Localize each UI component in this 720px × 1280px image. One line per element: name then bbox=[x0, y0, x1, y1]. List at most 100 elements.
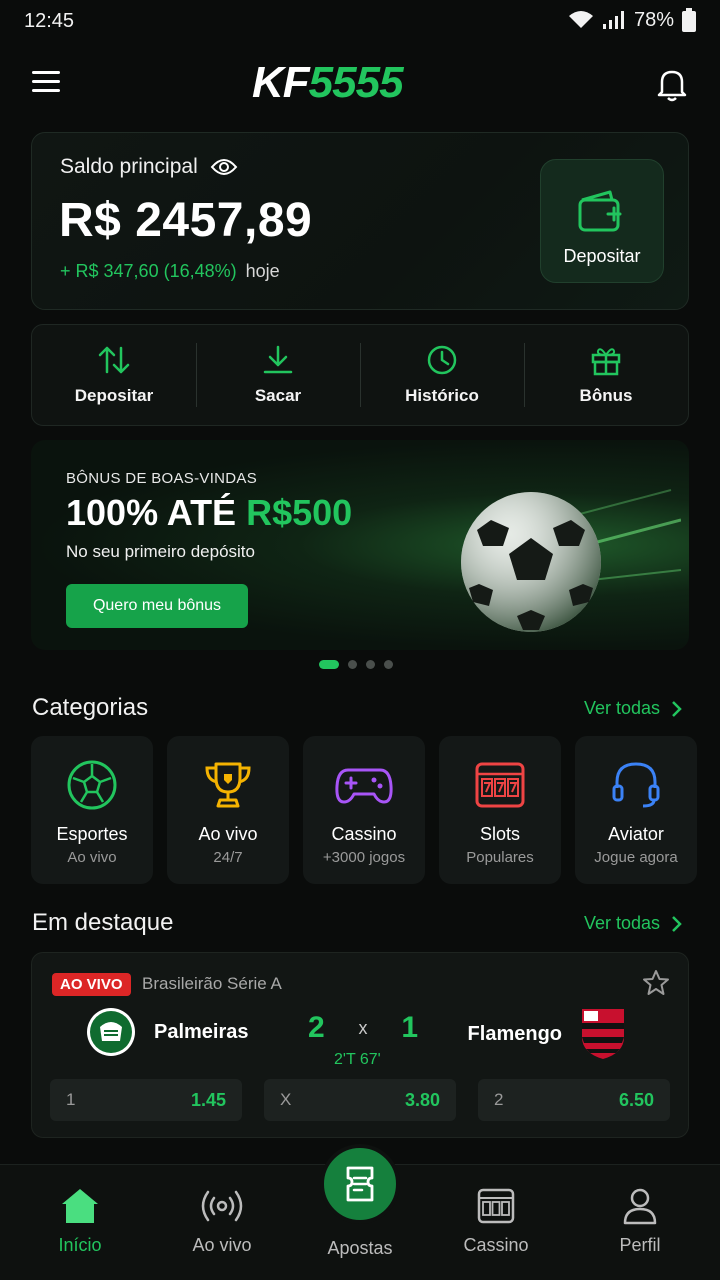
status-time: 12:45 bbox=[24, 10, 75, 32]
promo-subtitle: No seu primeiro depósito bbox=[66, 542, 255, 561]
category-esportes[interactable]: Esportes Ao vivo bbox=[31, 736, 153, 884]
star-icon[interactable] bbox=[642, 969, 670, 997]
odd-value: 3.80 bbox=[404, 1089, 440, 1110]
score-separator: x bbox=[358, 1017, 368, 1038]
category-ao-vivo[interactable]: Ao vivo 24/7 bbox=[167, 736, 289, 884]
deposit-tile-button[interactable]: Depositar bbox=[540, 159, 664, 283]
quick-actions: Depositar Sacar Histórico Bônus bbox=[31, 324, 689, 426]
home-team-name: Palmeiras bbox=[154, 1020, 249, 1043]
odd-value: 1.45 bbox=[190, 1089, 226, 1110]
odds-row: 1 1.45 X 3.80 2 6.50 bbox=[50, 1079, 670, 1121]
match-clock: 2'T 67' bbox=[334, 1051, 381, 1068]
category-note: Populares bbox=[466, 849, 534, 866]
notifications-button[interactable] bbox=[652, 64, 692, 104]
balance-value: R$ 2457,89 bbox=[59, 194, 313, 247]
categories-row: Esportes Ao vivo Ao vivo 24/7 Cassino +3… bbox=[31, 736, 697, 884]
category-cassino[interactable]: Cassino +3000 jogos bbox=[303, 736, 425, 884]
balance-label: Saldo principal bbox=[60, 155, 198, 178]
signal-icon bbox=[602, 11, 624, 29]
action-label: Histórico bbox=[405, 386, 479, 405]
categories-title: Categorias bbox=[32, 694, 149, 721]
wallet-plus-icon bbox=[578, 190, 622, 232]
category-name: Ao vivo bbox=[198, 824, 258, 844]
nav-label: Cassino bbox=[463, 1235, 529, 1255]
nav-inicio[interactable]: Início bbox=[8, 1165, 152, 1280]
nav-perfil[interactable]: Perfil bbox=[568, 1165, 712, 1280]
balance-change-amount: + R$ 347,60 (16,48%) bbox=[60, 261, 237, 281]
carousel-dot[interactable] bbox=[319, 660, 339, 669]
action-label: Bônus bbox=[579, 386, 633, 405]
nav-ao-vivo[interactable]: Ao vivo bbox=[150, 1165, 294, 1280]
broadcast-icon bbox=[201, 1190, 243, 1222]
logo-text-kf: KF bbox=[252, 58, 310, 107]
featured-see-all-link[interactable]: Ver todas bbox=[584, 913, 682, 934]
status-bar: 12:45 78% bbox=[0, 0, 720, 44]
see-all-label: Ver todas bbox=[583, 913, 660, 933]
carousel-dot[interactable] bbox=[366, 660, 375, 669]
slot-machine-icon bbox=[477, 1188, 515, 1224]
carousel-dot[interactable] bbox=[348, 660, 357, 669]
menu-button[interactable] bbox=[28, 66, 68, 102]
promo-headline-text: 100% ATÉ bbox=[66, 492, 247, 533]
action-sacar[interactable]: Sacar bbox=[196, 325, 360, 425]
categories-see-all-link[interactable]: Ver todas bbox=[584, 698, 682, 719]
odd-key: 2 bbox=[494, 1090, 504, 1109]
nav-apostas-button[interactable] bbox=[320, 1144, 400, 1224]
soccer-ball-illustration bbox=[461, 489, 681, 632]
carousel-dot[interactable] bbox=[384, 660, 393, 669]
action-historico[interactable]: Histórico bbox=[360, 325, 524, 425]
eye-icon[interactable] bbox=[210, 157, 238, 177]
action-label: Depositar bbox=[74, 386, 154, 405]
home-team: Palmeiras bbox=[86, 1007, 249, 1057]
gamepad-icon bbox=[335, 768, 393, 804]
balance-change: + R$ 347,60 (16,48%) hoje bbox=[60, 261, 280, 282]
promo-banner[interactable]: BÔNUS DE BOAS-VINDAS 100% ATÉ R$500 No s… bbox=[31, 440, 689, 650]
odd-key: X bbox=[280, 1090, 292, 1109]
headset-icon bbox=[612, 762, 660, 808]
away-team: Flamengo bbox=[468, 1007, 626, 1061]
deposit-tile-label: Depositar bbox=[563, 246, 641, 266]
clock-icon bbox=[427, 345, 457, 375]
bell-icon bbox=[657, 70, 687, 102]
category-name: Aviator bbox=[608, 824, 664, 844]
match-card[interactable]: AO VIVO Brasileirão Série A Palmeiras 2 … bbox=[31, 952, 689, 1138]
category-note: +3000 jogos bbox=[322, 849, 406, 866]
category-name: Slots bbox=[479, 824, 521, 844]
hamburger-line bbox=[32, 89, 60, 92]
home-icon bbox=[62, 1189, 98, 1223]
away-team-name: Flamengo bbox=[467, 1022, 562, 1045]
category-slots[interactable]: Slots Populares bbox=[439, 736, 561, 884]
action-depositar[interactable]: Depositar bbox=[32, 325, 196, 425]
promo-cta-button[interactable]: Quero meu bônus bbox=[66, 584, 248, 628]
odd-home-button[interactable]: 1 1.45 bbox=[50, 1079, 242, 1121]
carousel-dots bbox=[319, 660, 393, 669]
odd-away-button[interactable]: 2 6.50 bbox=[478, 1079, 670, 1121]
see-all-label: Ver todas bbox=[583, 698, 660, 718]
category-note: Ao vivo bbox=[67, 849, 117, 866]
soccer-ball-icon bbox=[67, 760, 117, 810]
promo-eyebrow: BÔNUS DE BOAS-VINDAS bbox=[66, 470, 258, 487]
top-bar: KF5555 bbox=[0, 50, 720, 118]
live-badge: AO VIVO bbox=[52, 973, 131, 996]
promo-headline: 100% ATÉ R$500 bbox=[66, 492, 352, 534]
balance-card: Saldo principal R$ 2457,89 + R$ 347,60 (… bbox=[31, 132, 689, 310]
battery-percent: 78% bbox=[633, 8, 674, 31]
chevron-right-icon bbox=[672, 915, 682, 932]
logo-text-number: 5555 bbox=[308, 58, 404, 107]
app-logo[interactable]: KF5555 bbox=[252, 58, 404, 108]
user-icon bbox=[623, 1188, 657, 1225]
trophy-icon bbox=[205, 762, 251, 808]
nav-cassino[interactable]: Cassino bbox=[424, 1165, 568, 1280]
odd-draw-button[interactable]: X 3.80 bbox=[264, 1079, 456, 1121]
action-bonus[interactable]: Bônus bbox=[524, 325, 688, 425]
hamburger-icon bbox=[32, 71, 60, 74]
chevron-right-icon bbox=[672, 700, 682, 717]
featured-title: Em destaque bbox=[32, 909, 174, 936]
category-name: Cassino bbox=[331, 824, 397, 844]
balance-label-row: Saldo principal bbox=[60, 155, 238, 179]
transfer-icon bbox=[98, 346, 130, 374]
nav-label: Início bbox=[58, 1235, 102, 1255]
category-aviator[interactable]: Aviator Jogue agora bbox=[575, 736, 697, 884]
away-score: 1 bbox=[401, 1011, 418, 1044]
nav-label-apostas: Apostas bbox=[327, 1238, 393, 1258]
